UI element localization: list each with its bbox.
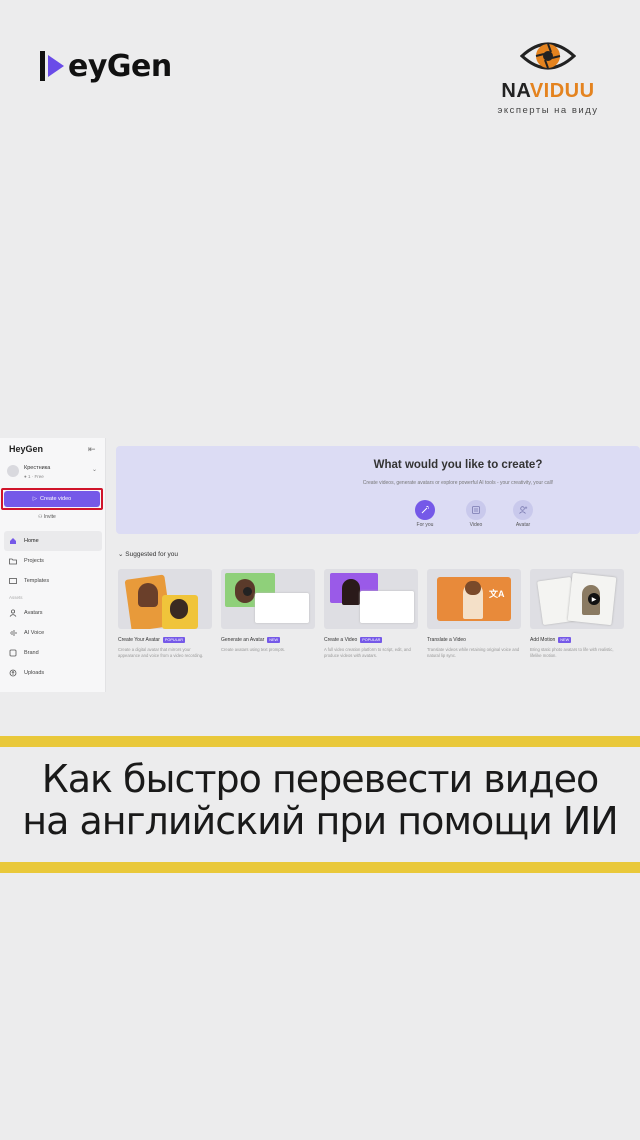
option-for-you[interactable]: For you [410, 500, 440, 528]
card-title-row: Create a Video POPULAR [324, 637, 418, 643]
card-title-row: Translate a Video [427, 637, 521, 643]
card-thumbnail [118, 569, 212, 629]
option-label: Avatar [515, 522, 531, 528]
chevron-down-icon: ⌄ [118, 551, 124, 558]
card-thumbnail: ▶ [530, 569, 624, 629]
card-description: Translate videos while retaining origina… [427, 647, 520, 658]
card-add-motion[interactable]: ▶ Add Motion NEW Bring static photo avat… [530, 569, 624, 672]
card-thumbnail [324, 569, 418, 629]
card-title: Create a Video [324, 637, 358, 643]
avatar-add-icon [513, 500, 533, 520]
sidebar-item-ai-voice[interactable]: AI Voice [4, 623, 102, 643]
app-window: HeyGen ⇤ Крестника ● 1 · Free ⌄ ▷ Create… [0, 438, 640, 710]
card-description: Create avatars using text prompts. [221, 647, 286, 652]
suggested-heading[interactable]: ⌄ Suggested for you [118, 550, 178, 558]
headline-line-2: на английский при помощи ИИ [22, 799, 618, 843]
new-badge: NEW [558, 637, 572, 643]
home-icon [10, 538, 16, 544]
card-thumbnail [221, 569, 315, 629]
card-create-video[interactable]: Create a Video POPULAR A full video crea… [324, 569, 418, 672]
option-video[interactable]: Video [461, 500, 491, 528]
magic-wand-icon [415, 500, 435, 520]
naviduu-logo: NAVIDUU эксперты на виду [492, 38, 604, 116]
card-description: A full video creation platform to script… [324, 647, 411, 658]
naviduu-tagline: эксперты на виду [497, 105, 599, 116]
sidebar-item-projects[interactable]: Projects [4, 551, 102, 571]
brand-icon [9, 649, 17, 657]
avatar [7, 465, 19, 477]
card-title-row: Add Motion NEW [530, 637, 624, 643]
highlight-frame [1, 488, 103, 510]
hero-banner: What would you like to create? Create vi… [116, 446, 640, 534]
popular-badge: POPULAR [360, 637, 383, 643]
main-content: What would you like to create? Create vi… [112, 438, 640, 692]
card-translate-video[interactable]: 文A Translate a Video Translate videos wh… [427, 569, 521, 672]
sidebar-item-label: Home [24, 538, 39, 544]
card-title: Translate a Video [427, 637, 466, 643]
translate-icon: 文A [489, 589, 505, 599]
voice-icon [10, 630, 17, 636]
sidebar-item-label: Templates [24, 578, 50, 584]
sidebar: HeyGen ⇤ Крестника ● 1 · Free ⌄ ▷ Create… [0, 438, 106, 692]
card-create-avatar[interactable]: Create Your Avatar POPULAR Create a digi… [118, 569, 212, 672]
sidebar-item-uploads[interactable]: Uploads [4, 663, 102, 683]
headline-line-1: Как быстро перевести видео [41, 757, 600, 801]
heygen-logo-mark-icon [40, 51, 64, 81]
option-label: For you [416, 522, 434, 528]
option-avatar[interactable]: Avatar [508, 500, 538, 528]
template-icon [9, 578, 17, 584]
invite-label: Invite [43, 514, 56, 520]
chevron-down-icon: ⌄ [91, 467, 97, 473]
option-label: Video [469, 522, 483, 528]
sidebar-item-home[interactable]: Home [4, 531, 102, 551]
card-description: Bring static photo avatars to life with … [530, 647, 614, 658]
heygen-logo-text: eyGen [68, 48, 172, 84]
hero-subtitle: Create videos, generate avatars or explo… [362, 480, 554, 486]
sidebar-logo: HeyGen [9, 444, 44, 454]
sidebar-section-label: Assets [9, 594, 23, 600]
user-plus-icon: ⚇ [38, 514, 43, 520]
top-stripe [0, 736, 640, 747]
sidebar-nav: Home Projects Templates Assets Avatars A… [4, 531, 102, 683]
invite-button[interactable]: ⚇ Invite [38, 514, 56, 520]
cloud-upload-icon [9, 669, 17, 677]
folder-icon [9, 558, 17, 565]
card-title: Add Motion [530, 637, 556, 643]
play-icon[interactable]: ▶ [588, 593, 600, 605]
hero-title: What would you like to create? [373, 459, 543, 471]
bottom-stripe [0, 862, 640, 873]
sidebar-item-label: Uploads [24, 670, 45, 676]
card-thumbnail: 文A [427, 569, 521, 629]
collapse-sidebar-icon[interactable]: ⇤ [88, 444, 96, 455]
naviduu-name: NAVIDUU [501, 80, 595, 102]
card-title: Generate an Avatar [221, 637, 265, 643]
sidebar-item-avatars[interactable]: Avatars [4, 603, 102, 623]
popular-badge: POPULAR [162, 637, 186, 643]
person-icon [9, 609, 17, 617]
card-title-row: Create Your Avatar POPULAR [118, 637, 212, 643]
suggested-title: Suggested for you [125, 551, 179, 558]
sidebar-item-label: Avatars [24, 610, 43, 616]
card-generate-avatar[interactable]: Generate an Avatar NEW Create avatars us… [221, 569, 315, 672]
sidebar-item-label: Projects [24, 558, 44, 564]
user-name: Крестника [24, 465, 51, 471]
eye-aperture-icon [520, 42, 576, 70]
user-plan: ● 1 · Free [24, 474, 44, 479]
sidebar-item-label: AI Voice [24, 630, 45, 636]
video-list-icon [466, 500, 486, 520]
sidebar-item-label: Brand [24, 650, 39, 656]
suggested-cards: Create Your Avatar POPULAR Create a digi… [118, 569, 626, 674]
headline: Как быстро перевести видео на английский… [0, 758, 640, 842]
sidebar-item-brand[interactable]: Brand [4, 643, 102, 663]
heygen-logo: eyGen [40, 46, 172, 86]
card-description: Create a digital avatar that mirrors you… [118, 647, 204, 658]
card-title-row: Generate an Avatar NEW [221, 637, 315, 643]
workspace-switcher[interactable]: Крестника ● 1 · Free ⌄ [7, 463, 99, 485]
sidebar-item-templates[interactable]: Templates [4, 571, 102, 591]
new-badge: NEW [267, 637, 281, 643]
card-title: Create Your Avatar [118, 637, 160, 643]
